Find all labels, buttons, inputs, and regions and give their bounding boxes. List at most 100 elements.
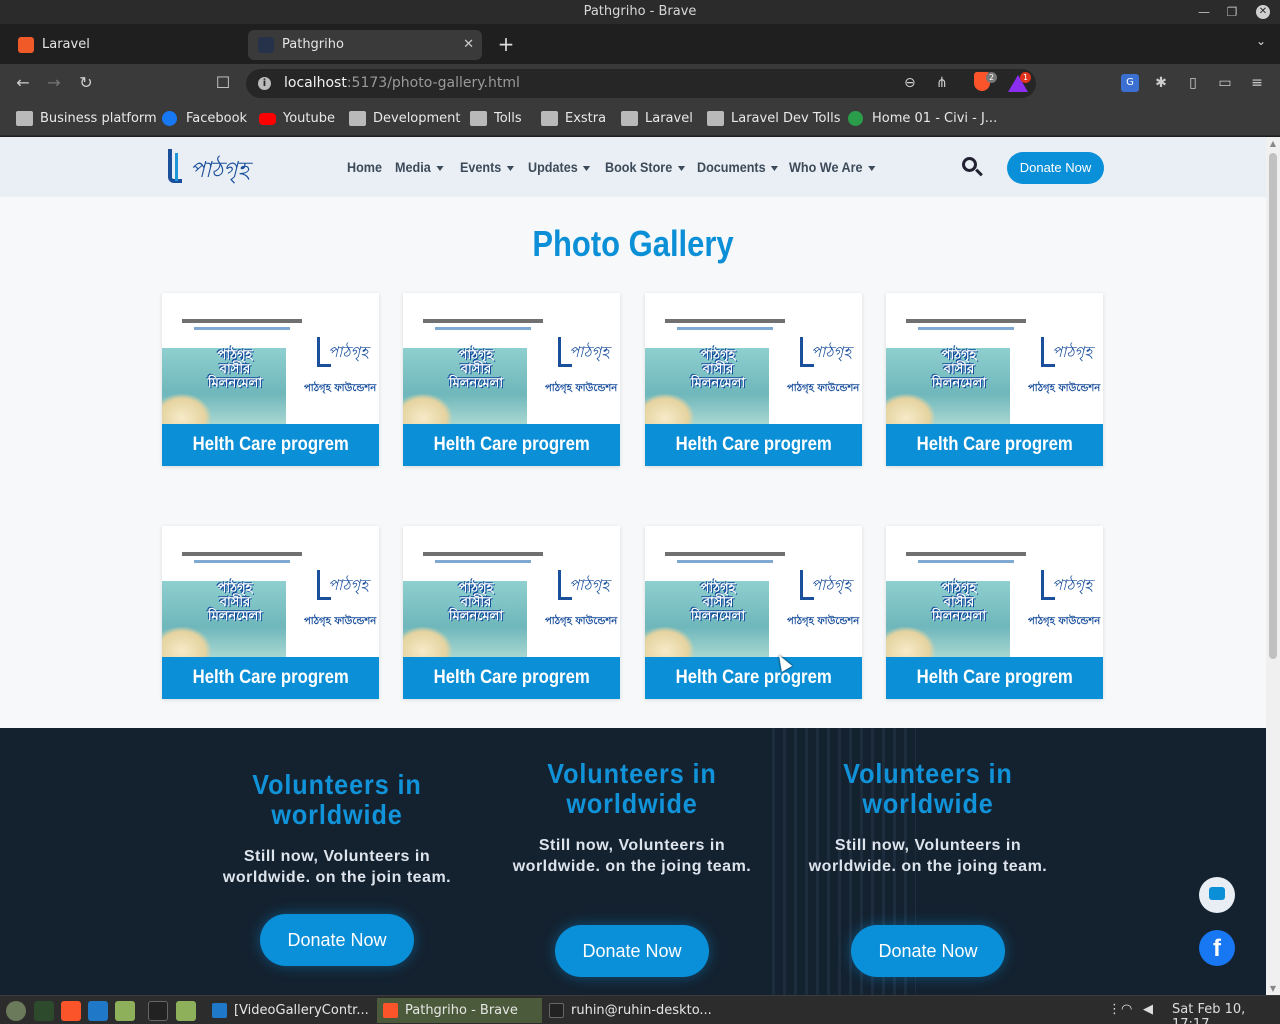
gallery-photo[interactable]: পাঠগৃহ বাসীর মিলনমেলা পাঠগৃহ পাঠগৃহ ফাউন্ড…	[162, 526, 379, 657]
gallery-photo[interactable]: পাঠগৃহ বাসীর মিলনমেলা পাঠগৃহ পাঠগৃহ ফাউন্ড…	[645, 526, 862, 657]
nav-events[interactable]: Events	[460, 159, 514, 175]
tab-pathgriho[interactable]: Pathgriho ✕	[248, 30, 482, 60]
new-tab-button[interactable]: +	[494, 32, 518, 56]
nav-home[interactable]: Home	[347, 159, 382, 175]
scrollbar-thumb[interactable]	[1269, 153, 1277, 659]
tab-search-chevron-icon[interactable]: ⌄	[1256, 34, 1266, 48]
caret-down-icon	[583, 165, 591, 171]
menu-icon[interactable]: ≡	[1248, 74, 1266, 92]
gallery-photo[interactable]: পাঠগৃহ বাসীর মিলনমেলা পাঠগৃহ পাঠগৃহ ফাউন্ড…	[886, 293, 1103, 424]
tab-strip: Laravel Pathgriho ✕ + ⌄	[0, 24, 1280, 64]
scroll-down-icon[interactable]: ▼	[1268, 984, 1278, 993]
vscode-icon[interactable]	[88, 1001, 108, 1021]
extensions-icon[interactable]: ✱	[1152, 74, 1170, 92]
reload-icon[interactable]: ↻	[75, 72, 97, 94]
site-logo[interactable]: পাঠগৃহ	[168, 149, 254, 185]
gallery-card[interactable]: পাঠগৃহ বাসীর মিলনমেলা পাঠগৃহ পাঠগৃহ ফাউন্ড…	[403, 526, 620, 699]
bookmark-laravel[interactable]: Laravel	[621, 110, 693, 128]
folder-icon[interactable]	[176, 1001, 196, 1021]
facebook-icon[interactable]: f	[1199, 930, 1235, 966]
gallery-caption[interactable]: Helth Care progrem	[645, 657, 862, 699]
taskbar-task-brave[interactable]: Pathgriho - Brave	[377, 998, 542, 1023]
poster-banner: পাঠগৃহ বাসীর মিলনমেলা	[207, 348, 263, 391]
gallery-caption[interactable]: Helth Care progrem	[403, 657, 620, 699]
wifi-icon[interactable]: ◠	[1121, 1002, 1132, 1017]
gallery-card[interactable]: পাঠগৃহ বাসীর মিলনমেলা পাঠগৃহ পাঠগৃহ ফাউন্ড…	[162, 293, 379, 466]
taskbar-task-vscode[interactable]: [VideoGalleryContr...	[206, 998, 376, 1023]
sidebar-icon[interactable]: ▯	[1184, 74, 1202, 92]
address-bar[interactable]: i localhost:5173/photo-gallery.html ⊖ ⋔	[246, 69, 1036, 98]
nav-media[interactable]: Media	[395, 159, 444, 175]
bookmark-development[interactable]: Development	[349, 110, 461, 128]
close-window-icon[interactable]: ✕	[1256, 5, 1270, 19]
gallery-caption[interactable]: Helth Care progrem	[886, 424, 1103, 466]
bookmark-laravel-dev-tolls[interactable]: Laravel Dev Tolls	[707, 110, 840, 128]
bookmark-icon[interactable]: ☐	[212, 72, 234, 94]
nav-documents[interactable]: Documents	[697, 159, 779, 175]
system-monitor-icon[interactable]	[34, 1001, 54, 1021]
gallery-photo[interactable]: পাঠগৃহ বাসীর মিলনমেলা পাঠগৃহ পাঠগৃহ ফাউন্ড…	[403, 293, 620, 424]
nav-label: Updates	[528, 159, 578, 175]
files-icon[interactable]	[115, 1001, 135, 1021]
gallery-card[interactable]: পাঠগৃহ বাসীর মিলনমেলা পাঠগৃহ পাঠগৃহ ফাউন্ড…	[886, 293, 1103, 466]
gallery-card[interactable]: পাঠগৃহ বাসীর মিলনমেলা পাঠগৃহ পাঠগৃহ ফাউন্ড…	[886, 526, 1103, 699]
donate-now-button[interactable]: Donate Now	[260, 914, 414, 966]
gallery-caption[interactable]: Helth Care progrem	[886, 657, 1103, 699]
site-info-icon[interactable]: i	[258, 77, 271, 90]
maximize-icon[interactable]: ❐	[1218, 0, 1246, 24]
share-icon[interactable]: ⋔	[936, 69, 948, 98]
minimize-icon[interactable]: —	[1190, 0, 1218, 24]
volume-icon[interactable]: ◀	[1143, 1002, 1153, 1017]
nav-who-we-are[interactable]: Who We Are	[789, 159, 876, 175]
tab-laravel[interactable]: Laravel	[8, 30, 244, 60]
back-icon[interactable]: ←	[12, 72, 34, 94]
volunteer-text: Still now, Volunteers in worldwide. on t…	[808, 837, 1048, 875]
gallery-card[interactable]: পাঠগৃহ বাসীর মিলনমেলা পাঠগৃহ পাঠগৃহ ফাউন্ড…	[645, 293, 862, 466]
gallery-caption[interactable]: Helth Care progrem	[162, 657, 379, 699]
gallery-photo[interactable]: পাঠগৃহ বাসীর মিলনমেলা পাঠগৃহ পাঠগৃহ ফাউন্ড…	[645, 293, 862, 424]
page-scrollbar[interactable]: ▲ ▼	[1266, 137, 1280, 995]
bookmark-home-civi[interactable]: Home 01 - Civi - J...	[848, 110, 997, 128]
terminal-icon[interactable]	[148, 1001, 168, 1021]
translate-icon[interactable]: G	[1121, 74, 1139, 92]
poster-book-image	[403, 626, 453, 657]
poster-banner: পাঠগৃহ বাসীর মিলনমেলা	[931, 581, 987, 624]
gallery-photo[interactable]: পাঠগৃহ বাসীর মিলনমেলা পাঠগৃহ পাঠগৃহ ফাউন্ড…	[886, 526, 1103, 657]
zoom-icon[interactable]: ⊖	[904, 69, 916, 98]
start-menu-icon[interactable]	[6, 1001, 26, 1021]
nav-book-store[interactable]: Book Store	[605, 159, 685, 175]
tray-menu-icon[interactable]: ⋮	[1108, 1002, 1121, 1017]
gallery-photo[interactable]: পাঠগৃহ বাসীর মিলনমেলা পাঠগৃহ পাঠগৃহ ফাউন্ড…	[162, 293, 379, 424]
donate-now-button[interactable]: Donate Now	[1007, 152, 1104, 184]
bookmark-label: Exstra	[565, 111, 607, 126]
donate-now-button[interactable]: Donate Now	[851, 925, 1005, 977]
wallet-icon[interactable]: ▭	[1216, 74, 1234, 92]
donate-now-button[interactable]: Donate Now	[555, 925, 709, 977]
gallery-photo[interactable]: পাঠগৃহ বাসীর মিলনমেলা পাঠগৃহ পাঠগৃহ ফাউন্ড…	[403, 526, 620, 657]
nav-updates[interactable]: Updates	[528, 159, 591, 175]
volunteer-text: Still now, Volunteers in worldwide. on t…	[512, 837, 752, 875]
poster-subheading	[435, 560, 531, 563]
bookmark-youtube[interactable]: Youtube	[259, 110, 335, 128]
poster-subheading	[194, 560, 290, 563]
window-title: Pathgriho - Brave	[583, 4, 697, 19]
bookmark-tolls[interactable]: Tolls	[470, 110, 522, 128]
bookmark-exstra[interactable]: Exstra	[541, 110, 606, 128]
gallery-card[interactable]: পাঠগৃহ বাসীর মিলনমেলা পাঠগৃহ পাঠগৃহ ফাউন্ড…	[645, 526, 862, 699]
gallery-card[interactable]: পাঠগৃহ বাসীর মিলনমেলা পাঠগৃহ পাঠগৃহ ফাউন্ড…	[403, 293, 620, 466]
gallery-card[interactable]: পাঠগৃহ বাসীর মিলনমেলা পাঠগৃহ পাঠগৃহ ফাউন্ড…	[162, 526, 379, 699]
bookmark-facebook[interactable]: Facebook	[162, 110, 247, 128]
chat-button[interactable]	[1199, 877, 1235, 913]
youtube-icon	[259, 113, 276, 125]
taskbar-task-terminal[interactable]: ruhin@ruhin-deskto...	[543, 998, 713, 1023]
forward-icon[interactable]: →	[43, 72, 65, 94]
gallery-caption[interactable]: Helth Care progrem	[403, 424, 620, 466]
gallery-caption[interactable]: Helth Care progrem	[162, 424, 379, 466]
brave-icon[interactable]	[61, 1001, 81, 1021]
bookmark-business-platform[interactable]: Business platform	[16, 110, 157, 128]
scroll-up-icon[interactable]: ▲	[1268, 139, 1278, 148]
tab-close-icon[interactable]: ✕	[463, 30, 474, 60]
gallery-caption[interactable]: Helth Care progrem	[645, 424, 862, 466]
search-icon[interactable]	[962, 157, 983, 177]
clock[interactable]: Sat Feb 10, 17:17	[1172, 1002, 1280, 1024]
